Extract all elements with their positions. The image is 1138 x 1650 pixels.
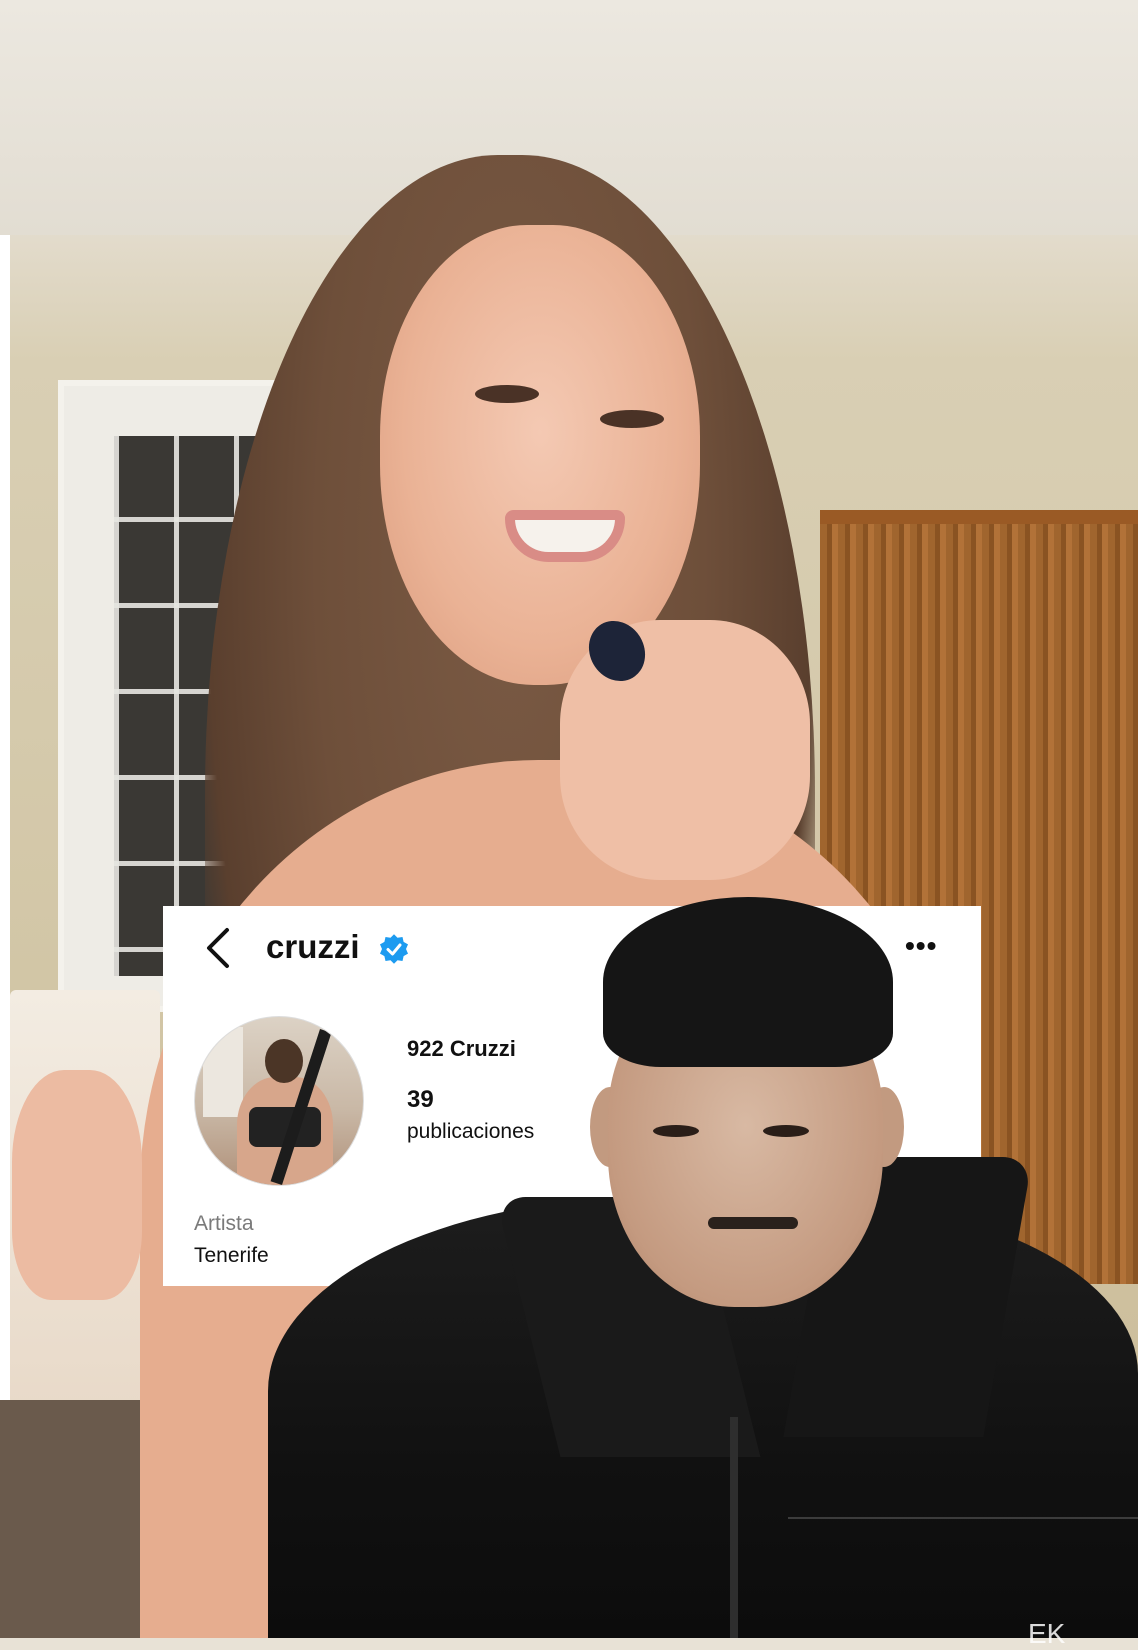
profile-location: Tenerife [194, 1244, 269, 1267]
rapper-eye-left [653, 1125, 699, 1137]
jacket-seam [788, 1517, 1138, 1519]
bottom-right-text: EK [1028, 1618, 1066, 1649]
rapper-hair [603, 897, 893, 1067]
profile-category: Artista [194, 1212, 254, 1235]
rapper-eye-right [763, 1125, 809, 1137]
woman-face [380, 225, 700, 685]
woman-eye-left [475, 385, 539, 403]
rapper-cutout-overlay [268, 897, 1138, 1638]
woman-eye-right [600, 410, 664, 428]
mustache [708, 1217, 798, 1229]
bottom-ui-strip [0, 1618, 1138, 1638]
woman-hand-left [12, 1070, 142, 1300]
chevron-left-icon[interactable] [201, 926, 237, 970]
jacket-zip [730, 1417, 738, 1638]
